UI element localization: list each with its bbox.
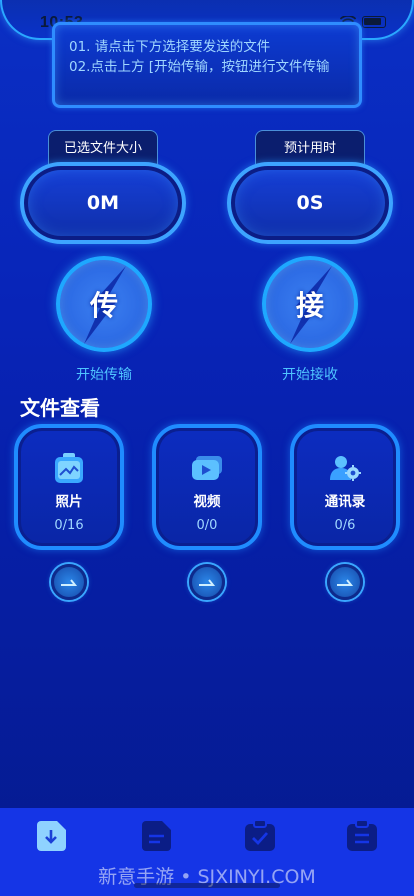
instruction-line-1: 01. 请点击下方选择要发送的文件 — [69, 39, 271, 55]
home-indicator — [134, 883, 280, 888]
arrow-icon — [61, 579, 78, 586]
photos-count: 0/16 — [54, 518, 84, 533]
contacts-name: 通讯录 — [324, 494, 366, 510]
videos-card[interactable]: 视频 0/0 — [152, 424, 262, 550]
tab-tasks[interactable] — [242, 818, 278, 854]
file-view-title: 文件查看 — [20, 396, 100, 420]
selected-size-label: 已选文件大小 — [48, 130, 158, 164]
instruction-line-2: 02.点击上方 [开始传输，按钮进行文件传输 — [69, 59, 330, 75]
videos-select-button[interactable] — [189, 564, 225, 600]
receive-glyph: 接 — [295, 289, 324, 322]
estimated-time-value: 0S — [227, 162, 393, 244]
videos-count: 0/0 — [196, 518, 218, 533]
document-icon — [142, 821, 171, 851]
contacts-count: 0/6 — [334, 518, 356, 533]
clipboard-list-icon — [347, 820, 377, 851]
photos-select-button[interactable] — [51, 564, 87, 600]
start-transfer-button[interactable]: 传 — [56, 256, 152, 352]
arrow-icon — [337, 579, 354, 586]
photos-card[interactable]: 照片 0/16 — [14, 424, 124, 550]
send-glyph: 传 — [89, 289, 118, 322]
start-transfer-label[interactable]: 开始传输 — [44, 364, 164, 384]
tab-documents[interactable] — [139, 818, 175, 854]
battery-icon — [362, 16, 386, 28]
arrow-icon — [199, 579, 216, 586]
selected-size-value: 0M — [20, 162, 186, 244]
videos-name: 视频 — [193, 494, 221, 510]
contacts-card[interactable]: 通讯录 0/6 — [290, 424, 400, 550]
contacts-icon — [330, 456, 361, 481]
start-receive-label[interactable]: 开始接收 — [250, 364, 370, 384]
video-icon — [192, 456, 222, 480]
contacts-select-button[interactable] — [327, 564, 363, 600]
instructions-panel: 01. 请点击下方选择要发送的文件 02.点击上方 [开始传输，按钮进行文件传输 — [52, 22, 362, 108]
photo-icon — [55, 453, 83, 483]
tab-records[interactable] — [344, 818, 380, 854]
estimated-time-label: 预计用时 — [255, 130, 365, 164]
photos-name: 照片 — [55, 494, 83, 510]
tab-receive-files[interactable] — [34, 818, 70, 854]
download-doc-icon — [37, 821, 66, 851]
start-receive-button[interactable]: 接 — [262, 256, 358, 352]
clipboard-check-icon — [245, 820, 275, 851]
